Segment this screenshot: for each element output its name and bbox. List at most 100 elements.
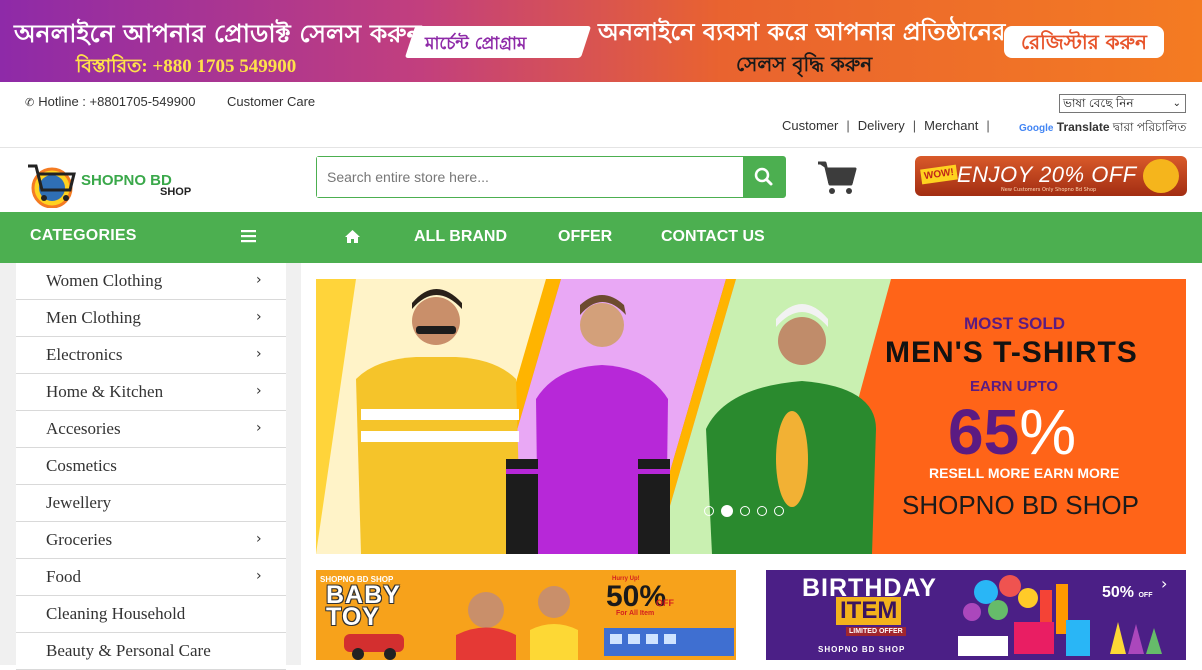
discount-offer-banner[interactable]: WOW! ENJOY 20% OFF New Customers Only Sh… (915, 156, 1187, 196)
category-label: Beauty & Personal Care (46, 641, 211, 660)
slider-dot[interactable] (721, 505, 733, 517)
main-nav: CATEGORIES ALL BRAND OFFER CONTACT US (0, 212, 1202, 263)
baby-banner-line-2: TOY (326, 603, 380, 631)
category-item[interactable]: Groceries › (16, 522, 286, 559)
offer-text: ENJOY 20% OFF (957, 162, 1137, 187)
chevron-right-icon: › (256, 568, 262, 584)
hero-discount-number: 65 (948, 396, 1020, 468)
slider-dot[interactable] (704, 506, 714, 516)
category-item[interactable]: Women Clothing › (16, 263, 286, 300)
translate-label: Translate (1056, 120, 1110, 134)
account-links: Customer | Delivery | Merchant | (782, 118, 998, 133)
nav-all-brand[interactable]: ALL BRAND (414, 228, 507, 246)
search-bar (316, 156, 786, 198)
categories-toggle[interactable]: CATEGORIES (30, 227, 137, 245)
category-item[interactable]: Men Clothing › (16, 300, 286, 337)
logo-text: SHOPNO BD (81, 172, 172, 189)
offer-badge: WOW! (920, 164, 958, 185)
chevron-right-icon: › (256, 272, 262, 288)
category-item[interactable]: Jewellery (16, 485, 286, 522)
category-label: Groceries (46, 530, 113, 549)
category-label: Home & Kitchen (46, 382, 164, 401)
merchant-program-label: মার্চেন্ট প্রোগ্রাম (425, 34, 527, 54)
site-logo[interactable]: SHOPNO BD SHOP (24, 160, 204, 208)
logo-subtext: SHOP (160, 186, 192, 198)
birthday-banner-percent: 50% OFF (1102, 584, 1152, 602)
customer-care-link[interactable]: Customer Care (227, 94, 315, 109)
chevron-right-icon[interactable]: › (1161, 574, 1167, 593)
baby-toy-banner[interactable]: SHOPNO BD SHOP BABY TOY Hurry Up! 50% OFF… (316, 570, 736, 660)
chevron-right-icon: › (256, 309, 262, 325)
baby-banner-off: OFF (656, 598, 674, 608)
category-label: Cosmetics (46, 456, 117, 475)
category-item[interactable]: Home & Kitchen › (16, 374, 286, 411)
merchant-link[interactable]: Merchant (924, 118, 978, 133)
google-logo: Google (1019, 123, 1054, 134)
slider-dot[interactable] (757, 506, 767, 516)
birthday-banner-shop: SHOPNO BD SHOP (818, 645, 906, 654)
hero-title: MEN'S T-SHIRTS (885, 336, 1138, 369)
top-info-bar: ✆ Hotline : +8801705-549900 Customer Care… (0, 82, 1202, 148)
hamburger-icon[interactable] (241, 229, 257, 243)
category-item[interactable]: Cleaning Household (16, 596, 286, 633)
delivery-link[interactable]: Delivery (858, 118, 905, 133)
chevron-right-icon: › (256, 531, 262, 547)
category-label: Jewellery (46, 493, 112, 512)
chevron-right-icon: › (256, 383, 262, 399)
category-label: Food (46, 567, 81, 586)
hero-slider[interactable]: MOST SOLD MEN'S T-SHIRTS EARN UPTO 65% R… (316, 279, 1186, 554)
slider-dot[interactable] (774, 506, 784, 516)
cart-icon[interactable] (817, 160, 857, 196)
birthday-banner-limited: LIMITED OFFER (846, 627, 906, 636)
chevron-down-icon: ⌄ (1172, 98, 1181, 109)
divider: | (986, 118, 990, 133)
hero-discount-percent: % (1019, 396, 1077, 468)
birthday-item-banner[interactable]: BIRTHDAY ITEM LIMITED OFFER SHOPNO BD SH… (766, 570, 1186, 660)
powered-by-label: দ্বারা পরিচালিত (1112, 120, 1187, 134)
hero-line-5: RESELL MORE EARN MORE (929, 465, 1120, 481)
birthday-banner-percent-value: 50% (1102, 584, 1135, 601)
divider: | (912, 118, 917, 133)
chevron-right-icon: › (256, 420, 262, 436)
baby-banner-for-all: For All Item (616, 610, 655, 617)
search-icon (754, 167, 773, 186)
home-icon[interactable] (344, 229, 361, 244)
category-item[interactable]: Accesories › (16, 411, 286, 448)
category-label: Women Clothing (46, 271, 163, 290)
language-select[interactable]: ভাষা বেছে নিন ⌄ (1059, 94, 1186, 113)
category-label: Accesories (46, 419, 121, 438)
search-input[interactable] (317, 157, 743, 197)
baby-banner-percent: 50% (606, 580, 667, 613)
category-label: Men Clothing (46, 308, 141, 327)
promo-headline: অনলাইনে আপনার প্রোডাক্ট সেলস করুন (14, 19, 422, 48)
promo-contact: বিস্তারিত: +880 1705 549900 (76, 56, 297, 77)
hotline-text: Hotline : +8801705-549900 (38, 94, 196, 109)
category-item[interactable]: Food › (16, 559, 286, 596)
hero-line-3: EARN UPTO (970, 378, 1059, 395)
nav-contact-us[interactable]: CONTACT US (661, 228, 765, 246)
emoji-icon (1143, 159, 1179, 193)
hero-line-1: MOST SOLD (964, 314, 1066, 333)
hero-discount: 65% (948, 395, 1076, 469)
promo-subheadline: অনলাইনে ব্যবসা করে আপনার প্রতিষ্ঠানের (598, 18, 1006, 46)
slider-dot[interactable] (740, 506, 750, 516)
category-item[interactable]: Beauty & Personal Care (16, 633, 286, 670)
promo-banner[interactable]: অনলাইনে আপনার প্রোডাক্ট সেলস করুন বিস্তা… (0, 0, 1202, 82)
google-translate-credit[interactable]: Google Translate দ্বারা পরিচালিত (1019, 119, 1186, 139)
category-label: Cleaning Household (46, 604, 186, 623)
hero-brand: SHOPNO BD SHOP (902, 490, 1139, 520)
category-item[interactable]: Cosmetics (16, 448, 286, 485)
slider-dots (704, 505, 784, 517)
baby-banner-title: BABY TOY (326, 583, 401, 631)
nav-offer[interactable]: OFFER (558, 228, 612, 246)
register-button[interactable]: রেজিস্টার করুন (1004, 26, 1164, 58)
category-label: Electronics (46, 345, 123, 364)
search-button[interactable] (743, 157, 785, 197)
hotline[interactable]: ✆ Hotline : +8801705-549900 (25, 94, 195, 109)
customer-link[interactable]: Customer (782, 118, 838, 133)
offer-subtext: New Customers Only Shopno Bd Shop (1001, 187, 1097, 193)
phone-icon: ✆ (25, 97, 35, 109)
language-select-value: ভাষা বেছে নিন (1063, 96, 1134, 110)
category-item[interactable]: Electronics › (16, 337, 286, 374)
merchant-program-ribbon: মার্চেন্ট প্রোগ্রাম (404, 26, 592, 58)
